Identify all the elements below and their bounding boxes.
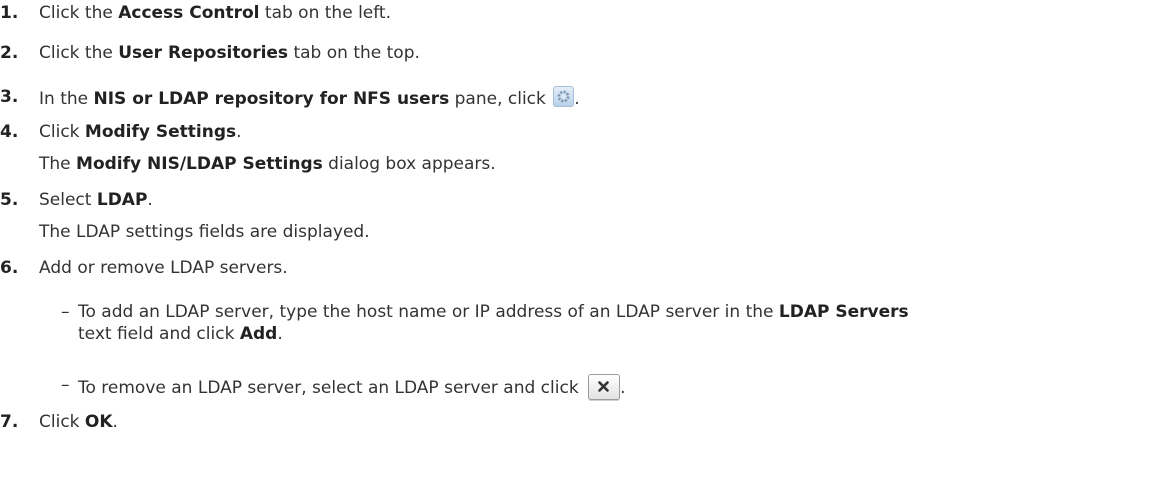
ui-term: Modify Settings [84,122,237,142]
subitem-text: To remove an LDAP server, select an LDAP… [78,374,625,400]
instruction-steps: 1. Click the Access Control tab on the l… [0,0,1150,484]
step-4-result: The Modify NIS/LDAP Settings dialog box … [39,154,496,174]
step-number: 5. [0,190,19,210]
step-number: 1. [0,3,19,23]
ui-term: NIS or LDAP repository for NFS users [93,89,450,109]
ui-term: LDAP Servers [778,302,909,322]
subitem-add-server-cont: text field and click Add. [78,324,283,344]
step-number: 7. [0,412,19,432]
step-text: Select LDAP. [39,190,153,210]
ui-term: Access Control [118,3,260,23]
close-icon [588,374,621,400]
ui-term: OK [84,412,113,432]
step-5-result: The LDAP settings fields are displayed. [39,222,370,242]
step-number: 4. [0,122,19,142]
step-text: Click the Access Control tab on the left… [39,3,392,23]
list-dash: – [61,302,70,322]
step-text: Click OK. [39,412,118,432]
ui-term: User Repositories [118,43,289,63]
gear-icon [553,86,575,107]
ui-term: Add [239,324,278,344]
subitem-text: To add an LDAP server, type the host nam… [78,302,909,322]
ui-term: Modify NIS/LDAP Settings [76,154,323,174]
step-text: Add or remove LDAP servers. [39,258,288,278]
ui-term: LDAP [96,190,148,210]
step-number: 3. [0,87,19,107]
list-dash: – [61,375,70,395]
step-text: Click Modify Settings. [39,122,242,142]
step-text: Click the User Repositories tab on the t… [39,43,420,63]
step-text: In the NIS or LDAP repository for NFS us… [39,86,580,110]
step-number: 2. [0,43,19,63]
step-number: 6. [0,258,19,278]
